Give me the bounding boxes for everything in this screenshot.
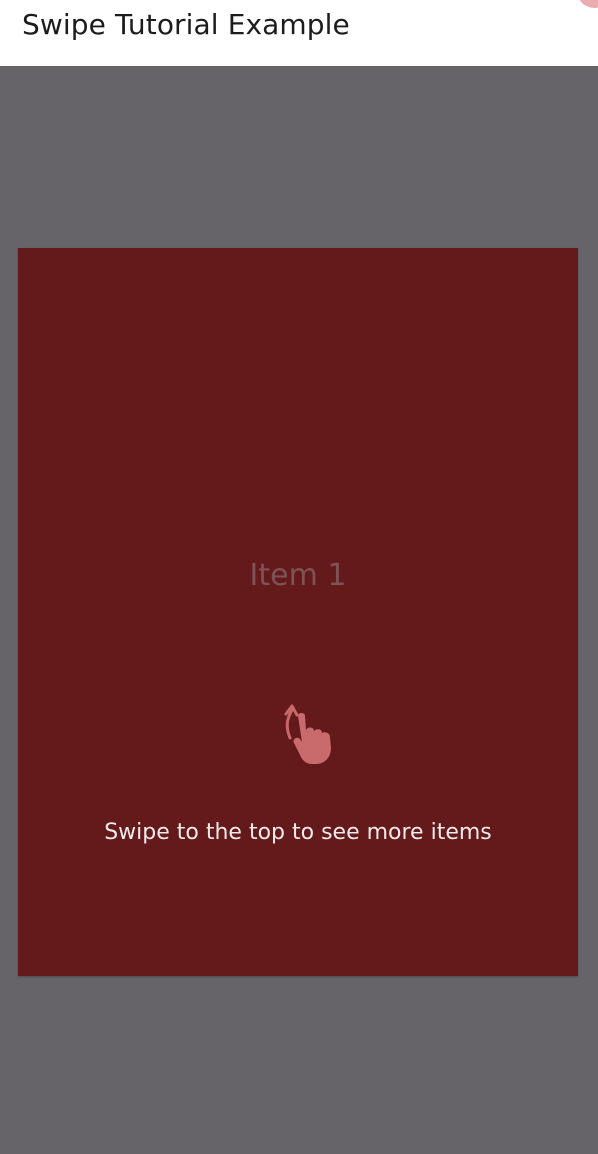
app-bar: Swipe Tutorial Example — [0, 0, 598, 66]
app-bar-title: Swipe Tutorial Example — [22, 8, 350, 41]
item-card-label: Item 1 — [249, 558, 347, 593]
item-card[interactable]: Item 1 Swipe to the top to see more item… — [18, 248, 578, 976]
swipe-up-hand-icon — [284, 704, 331, 764]
swipe-hint-text: Swipe to the top to see more items — [104, 820, 492, 845]
corner-accent — [578, 0, 598, 8]
